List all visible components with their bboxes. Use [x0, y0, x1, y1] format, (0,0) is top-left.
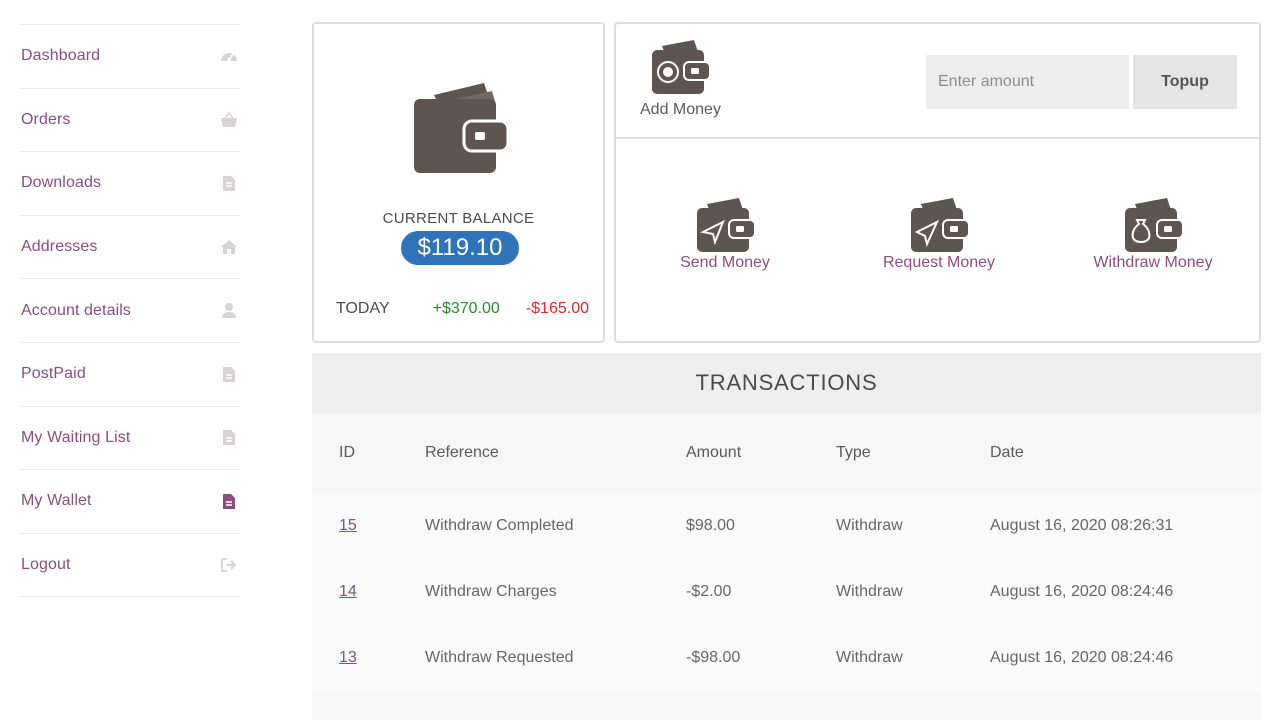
dashboard-gauge-icon — [219, 46, 239, 66]
transaction-id-link[interactable]: 13 — [339, 649, 357, 666]
column-header-date: Date — [990, 413, 1261, 493]
request-money-action[interactable]: Request Money — [854, 196, 1024, 272]
today-label: TODAY — [336, 300, 390, 317]
wallet-icon — [414, 83, 508, 173]
transaction-date: August 16, 2020 08:24:46 — [990, 649, 1174, 666]
today-summary: TODAY +$370.00 -$165.00 — [336, 300, 589, 318]
sidebar-item-logout[interactable]: Logout — [20, 534, 240, 598]
send-money-label: Send Money — [680, 254, 770, 271]
transaction-date: August 16, 2020 08:26:31 — [990, 517, 1174, 534]
transaction-type: Withdraw — [836, 649, 903, 666]
withdraw-money-action[interactable]: Withdraw Money — [1068, 196, 1238, 272]
sidebar-item-label: Logout — [21, 556, 71, 574]
sidebar-item-label: PostPaid — [21, 365, 86, 383]
column-header-id: ID — [312, 413, 425, 493]
topup-section: Add Money Topup — [616, 24, 1259, 139]
table-header-row: ID Reference Amount Type Date — [312, 413, 1261, 493]
user-icon — [219, 301, 239, 321]
column-header-reference: Reference — [425, 413, 686, 493]
home-icon — [219, 237, 239, 257]
request-money-wallet-icon — [911, 198, 969, 252]
sidebar-item-label: Addresses — [21, 238, 98, 256]
topup-button[interactable]: Topup — [1133, 55, 1237, 109]
transaction-type: Withdraw — [836, 583, 903, 600]
withdraw-money-label: Withdraw Money — [1093, 254, 1213, 271]
file-icon — [219, 428, 239, 448]
transactions-panel: TRANSACTIONS ID Reference Amount Type Da… — [312, 353, 1261, 720]
table-row: 15 Withdraw Completed $98.00 Withdraw Au… — [312, 493, 1261, 559]
transaction-type: Withdraw — [836, 517, 903, 534]
today-debit: -$165.00 — [525, 300, 589, 317]
sidebar-item-orders[interactable]: Orders — [20, 89, 240, 153]
sidebar-item-account-details[interactable]: Account details — [20, 279, 240, 343]
balance-card: CURRENT BALANCE $119.10 TODAY +$370.00 -… — [312, 22, 605, 343]
transaction-amount: $98.00 — [686, 517, 735, 534]
sidebar-item-label: Downloads — [21, 174, 102, 192]
send-money-wallet-icon — [697, 198, 755, 252]
withdraw-money-wallet-icon — [1125, 198, 1183, 252]
transaction-date: August 16, 2020 08:24:46 — [990, 583, 1174, 600]
amount-input[interactable] — [926, 55, 1129, 109]
add-money-wallet-icon — [652, 40, 712, 94]
sidebar-item-label: My Waiting List — [21, 428, 131, 446]
transaction-reference: Withdraw Completed — [425, 517, 574, 534]
sidebar-item-dashboard[interactable]: Dashboard — [20, 25, 240, 89]
sidebar-item-label: Account details — [21, 301, 132, 319]
sign-out-icon — [219, 555, 239, 575]
today-credit: +$370.00 — [432, 300, 500, 317]
basket-icon — [219, 110, 239, 130]
file-icon — [219, 364, 239, 384]
sidebar-item-my-wallet[interactable]: My Wallet — [20, 470, 240, 534]
transaction-amount: -$2.00 — [686, 583, 732, 600]
request-money-label: Request Money — [882, 254, 996, 271]
wallet-actions-card: Add Money Topup Send Money Request Money — [614, 22, 1261, 343]
current-balance-amount: $119.10 — [401, 231, 519, 265]
sidebar-item-label: Dashboard — [21, 47, 101, 65]
table-row: 14 Withdraw Charges -$2.00 Withdraw Augu… — [312, 559, 1261, 625]
sidebar-item-downloads[interactable]: Downloads — [20, 152, 240, 216]
transactions-title: TRANSACTIONS — [312, 353, 1261, 413]
transaction-id-link[interactable]: 15 — [339, 517, 357, 534]
sidebar-item-label: Orders — [21, 110, 71, 128]
add-money: Add Money — [640, 38, 721, 119]
sidebar-item-my-waiting-list[interactable]: My Waiting List — [20, 407, 240, 471]
transactions-table: ID Reference Amount Type Date 15 Withdra… — [312, 413, 1261, 691]
file-download-icon — [219, 173, 239, 193]
sidebar-item-postpaid[interactable]: PostPaid — [20, 343, 240, 407]
table-row: 13 Withdraw Requested -$98.00 Withdraw A… — [312, 625, 1261, 691]
add-money-label: Add Money — [640, 101, 721, 118]
transaction-reference: Withdraw Charges — [425, 583, 557, 600]
transaction-amount: -$98.00 — [686, 649, 741, 666]
account-navigation: Dashboard Orders Downloads Addresses Acc… — [20, 24, 240, 598]
transaction-id-link[interactable]: 14 — [339, 583, 357, 600]
column-header-amount: Amount — [686, 413, 836, 493]
send-money-action[interactable]: Send Money — [640, 196, 810, 272]
file-icon — [219, 491, 239, 511]
current-balance-label: CURRENT BALANCE — [382, 210, 535, 227]
transaction-reference: Withdraw Requested — [425, 649, 574, 666]
sidebar-item-addresses[interactable]: Addresses — [20, 216, 240, 280]
sidebar-item-label: My Wallet — [21, 492, 92, 510]
column-header-type: Type — [836, 413, 990, 493]
